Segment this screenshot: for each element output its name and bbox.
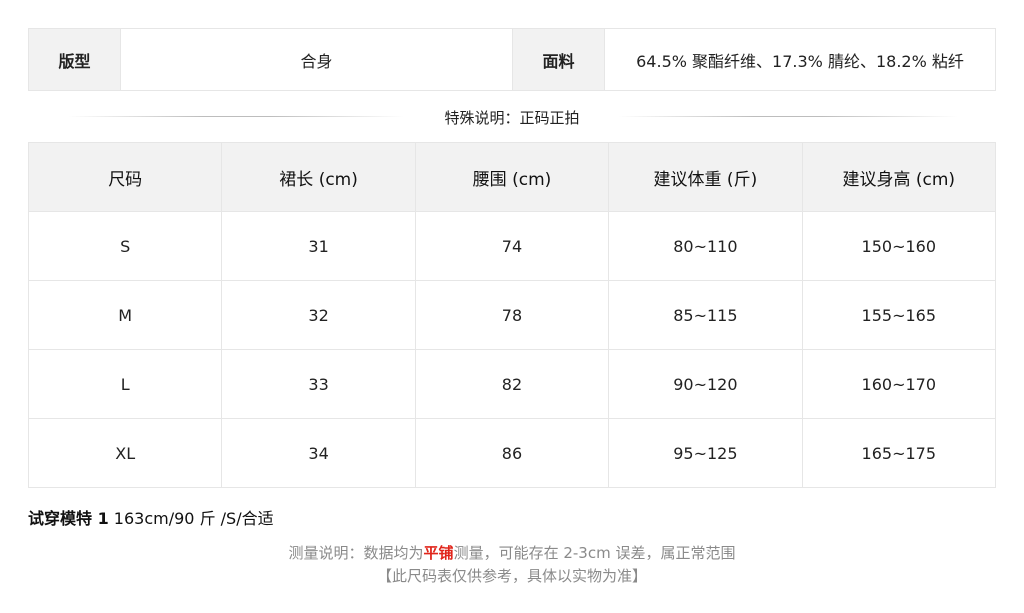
header-skirt-length: 裙长 (cm)	[221, 142, 416, 212]
table-row: XL 34 86 95~125 165~175	[27, 418, 997, 488]
special-note: 特殊说明：正码正拍	[444, 108, 580, 127]
header-waist: 腰围 (cm)	[414, 142, 610, 212]
fabric-value: 64.5% 聚酯纤维、17.3% 腈纶、18.2% 粘纤	[604, 29, 995, 90]
model-fit-info: 试穿模特 1 163cm/90 斤 /S/合适	[28, 505, 274, 529]
cell-waist: 74	[414, 211, 610, 281]
reference-disclaimer: 【此尺码表仅供参考，具体以实物为准】	[376, 567, 647, 585]
measure-note-highlight: 平铺	[423, 544, 454, 562]
table-row: M 32 78 85~115 155~165	[27, 280, 997, 350]
header-size: 尺码	[27, 142, 223, 212]
cell-skirt-length: 31	[221, 211, 416, 281]
cell-weight: 95~125	[608, 418, 803, 488]
model-label: 试穿模特 1	[28, 509, 109, 528]
size-chart-table: 尺码 裙长 (cm) 腰围 (cm) 建议体重 (斤) 建议身高 (cm) S …	[27, 142, 997, 488]
cell-weight: 80~110	[608, 211, 803, 281]
header-weight: 建议体重 (斤)	[608, 142, 803, 212]
cell-waist: 86	[414, 418, 610, 488]
fit-value: 合身	[120, 29, 512, 90]
cell-skirt-length: 34	[221, 418, 416, 488]
cell-size: XL	[27, 418, 223, 488]
cell-weight: 85~115	[608, 280, 803, 350]
table-row: L 33 82 90~120 160~170	[27, 349, 997, 419]
fit-label: 版型	[29, 29, 120, 90]
divider-right	[618, 116, 958, 117]
model-value: 163cm/90 斤 /S/合适	[108, 509, 274, 528]
special-note-row: 特殊说明：正码正拍	[28, 104, 996, 130]
cell-waist: 78	[414, 280, 610, 350]
cell-waist: 82	[414, 349, 610, 419]
divider-left	[68, 116, 404, 117]
cell-skirt-length: 32	[221, 280, 416, 350]
cell-height: 165~175	[801, 418, 997, 488]
size-table-header-row: 尺码 裙长 (cm) 腰围 (cm) 建议体重 (斤) 建议身高 (cm)	[27, 142, 997, 212]
measure-note-suffix: 测量，可能存在 2-3cm 误差，属正常范围	[453, 544, 736, 562]
table-row: S 31 74 80~110 150~160	[27, 211, 997, 281]
cell-skirt-length: 33	[221, 349, 416, 419]
cell-height: 160~170	[801, 349, 997, 419]
measure-note-prefix: 测量说明：数据均为	[288, 544, 424, 562]
header-height: 建议身高 (cm)	[801, 142, 997, 212]
cell-weight: 90~120	[608, 349, 803, 419]
product-info-table: 版型 合身 面料 64.5% 聚酯纤维、17.3% 腈纶、18.2% 粘纤	[28, 28, 996, 91]
measure-note: 测量说明：数据均为平铺测量，可能存在 2-3cm 误差，属正常范围	[0, 542, 1024, 563]
fabric-label: 面料	[512, 29, 604, 90]
cell-height: 155~165	[801, 280, 997, 350]
cell-height: 150~160	[801, 211, 997, 281]
cell-size: L	[27, 349, 223, 419]
cell-size: S	[27, 211, 223, 281]
cell-size: M	[27, 280, 223, 350]
